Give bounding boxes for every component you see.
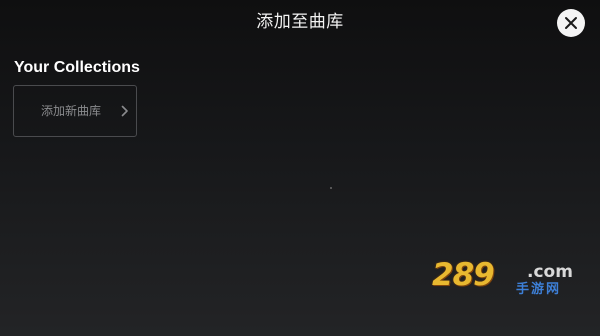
watermark-subtitle: 手游网 <box>516 282 562 297</box>
page-title: 添加至曲库 <box>256 12 344 32</box>
close-icon <box>565 17 577 29</box>
add-new-collection-label: 添加新曲库 <box>41 104 102 118</box>
watermark-domain: .com <box>527 262 573 282</box>
add-new-collection-button[interactable]: 添加新曲库 <box>13 85 137 137</box>
top-bar: 添加至曲库 <box>0 0 600 46</box>
watermark-number: 289 <box>432 257 495 293</box>
collections-heading: Your Collections <box>14 59 140 76</box>
close-button[interactable] <box>557 9 585 37</box>
watermark-logo: 289 .com 手游网 <box>432 258 582 302</box>
chevron-right-icon <box>121 105 128 117</box>
loading-dot <box>330 187 332 189</box>
